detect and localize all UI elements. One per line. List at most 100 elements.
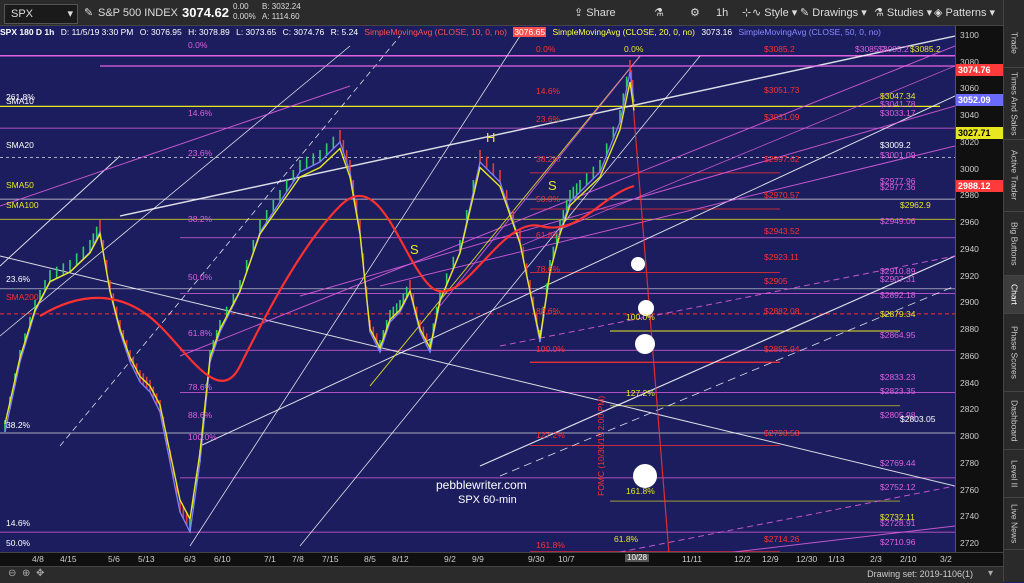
bar-high: H: 3078.89 bbox=[188, 27, 230, 37]
side-tab-big-buttons[interactable]: Big Buttons bbox=[1004, 212, 1024, 276]
chart-info-bar: SPX 180 D 1h D: 11/5/19 3:30 PM O: 3076.… bbox=[0, 27, 885, 38]
price-level-label: $2833.23 bbox=[880, 372, 916, 382]
pattern-label: S bbox=[410, 242, 419, 257]
time-axis[interactable]: 4/8 4/15 5/6 5/13 6/3 6/10 7/1 7/8 7/15 8/5 8/12 9/… bbox=[0, 552, 1003, 567]
chevron-down-icon[interactable]: ▾ bbox=[988, 568, 993, 579]
trend-line bbox=[0, 255, 955, 487]
x-tick-label: 7/15 bbox=[322, 554, 339, 564]
side-tab-chart[interactable]: Chart bbox=[1004, 276, 1024, 314]
price-level-label: $2864.95 bbox=[880, 330, 916, 340]
chevron-down-icon: ▾ bbox=[67, 8, 73, 20]
y-tick-label: 3060 bbox=[960, 83, 979, 94]
chevron-down-icon: ▾ bbox=[858, 7, 867, 19]
price-level-label: $2793.58 bbox=[764, 428, 800, 438]
bar-date: D: 11/5/19 3:30 PM bbox=[60, 27, 134, 37]
price-level-label: $3033.17 bbox=[880, 108, 916, 118]
add-symbol-button[interactable]: ✎ bbox=[84, 4, 93, 22]
last-price: 3074.62 bbox=[182, 5, 229, 20]
y-tick-label: 2760 bbox=[960, 484, 979, 495]
trend-line bbox=[0, 155, 121, 267]
studies-button[interactable]: ⚗ Studies ▾ bbox=[874, 4, 932, 22]
side-tab-phase-scores[interactable]: Phase Scores bbox=[1004, 314, 1024, 392]
timeframe-button[interactable]: 1h bbox=[716, 4, 728, 22]
y-tick-label: 3000 bbox=[960, 163, 979, 174]
bar-range: R: 5.24 bbox=[330, 27, 359, 37]
sma50-study[interactable]: SimpleMovingAvg (CLOSE, 50, 0, no) bbox=[738, 27, 881, 37]
marker-circle bbox=[633, 464, 657, 488]
x-tick-label: 12/9 bbox=[762, 554, 779, 564]
fib-label: 38.2% bbox=[6, 420, 31, 430]
sma-label: SMA50 bbox=[6, 180, 34, 190]
chart-title: SPX 180 D 1h bbox=[0, 27, 55, 37]
price-level-label: $2728.91 bbox=[880, 518, 916, 528]
side-tab-times-and-sales[interactable]: Times And Sales bbox=[1004, 68, 1024, 140]
style-button[interactable]: ∿ Style ▾ bbox=[752, 4, 797, 22]
price-chart[interactable]: 0.0% 14.6% 23.6% 38.2% 50.0% 61.8% 78.6% 88.6% 1… bbox=[0, 26, 955, 566]
price-level-label: $2892.18 bbox=[880, 290, 916, 300]
sma-label: SMA200 bbox=[6, 292, 39, 302]
patterns-button[interactable]: ◈ Patterns ▾ bbox=[934, 4, 995, 22]
fib-label: 127.2% bbox=[536, 430, 565, 440]
bar-low: L: 3073.65 bbox=[236, 27, 277, 37]
share-icon: ⇪ bbox=[574, 7, 587, 19]
x-tick-label: 8/5 bbox=[364, 554, 376, 564]
side-tab-level-ii[interactable]: Level II bbox=[1004, 450, 1024, 498]
drawings-button[interactable]: ✎ Drawings ▾ bbox=[800, 4, 867, 22]
crosshair-button[interactable]: ⊹ bbox=[742, 4, 751, 22]
sma20-study[interactable]: SimpleMovingAvg (CLOSE, 20, 0, no) bbox=[552, 27, 695, 37]
x-tick-label: 10/7 bbox=[558, 554, 575, 564]
gear-icon: ⚙ bbox=[690, 7, 700, 19]
drawing-set-label[interactable]: Drawing set: 2019-1106(1) bbox=[867, 569, 973, 579]
fib-label: 23.6% bbox=[6, 274, 31, 284]
side-tab-trade[interactable]: Trade bbox=[1004, 18, 1024, 68]
fib-label: 61.8% bbox=[536, 230, 561, 240]
trend-line bbox=[59, 35, 401, 447]
trend-line bbox=[0, 45, 351, 337]
fib-label: 127.2% bbox=[626, 388, 655, 398]
sma10-line bbox=[4, 71, 635, 535]
x-tick-label: 10/28 bbox=[625, 553, 650, 562]
fib-label: 100.0% bbox=[188, 432, 217, 442]
x-tick-label: 5/6 bbox=[108, 554, 120, 564]
symbol-input[interactable]: SPX ▾ bbox=[4, 4, 78, 24]
fib-label: 50.0% bbox=[188, 272, 213, 282]
symbol-value: SPX bbox=[11, 8, 34, 20]
x-tick-label: 6/10 bbox=[214, 554, 231, 564]
side-tab-live-news[interactable]: Live News bbox=[1004, 498, 1024, 550]
price-level-label: $2769.44 bbox=[880, 458, 916, 468]
zoom-out-icon[interactable]: ⊖ bbox=[8, 568, 16, 579]
side-tab-active-trader[interactable]: Active Trader bbox=[1004, 140, 1024, 212]
y-tick-label: 2920 bbox=[960, 270, 979, 281]
alert-button[interactable]: ⚗ bbox=[654, 4, 664, 22]
y-tick-label: 2960 bbox=[960, 217, 979, 228]
trend-line bbox=[179, 45, 955, 357]
share-button[interactable]: ⇪ Share bbox=[574, 4, 616, 22]
flask-icon: ⚗ bbox=[654, 7, 664, 19]
price-level-label: $2752.12 bbox=[880, 482, 916, 492]
sma20-value: 3073.16 bbox=[701, 27, 733, 37]
chevron-down-icon: ▾ bbox=[923, 7, 933, 19]
settings-button[interactable]: ⚙ bbox=[690, 4, 700, 22]
x-tick-label: 9/2 bbox=[444, 554, 456, 564]
sma10-study[interactable]: SimpleMovingAvg (CLOSE, 10, 0, no) bbox=[364, 27, 507, 37]
pattern-label: H bbox=[486, 130, 496, 145]
pan-icon[interactable]: ✥ bbox=[36, 568, 44, 579]
price-level-label: $2977.36 bbox=[880, 182, 916, 192]
price-level-label: $2962.9 bbox=[900, 200, 931, 210]
x-tick-label: 2/10 bbox=[900, 554, 917, 564]
price-level-label: $2923.11 bbox=[764, 252, 799, 262]
x-tick-label: 5/13 bbox=[138, 554, 155, 564]
trend-line bbox=[199, 95, 955, 447]
x-tick-label: 9/30 bbox=[528, 554, 545, 564]
price-axis[interactable]: 3100 3080 3060 3040 3020 3000 2980 2960 2940 2920… bbox=[955, 26, 1004, 566]
y-tick-label: 2820 bbox=[960, 404, 979, 415]
fomc-annotation: FOMC (10/30/19 2:00 PM) bbox=[596, 395, 606, 496]
fib-label: 0.0% bbox=[536, 44, 556, 54]
top-toolbar: SPX ▾ ✎ S&P 500 INDEX 3074.62 0.00 0.00%… bbox=[0, 0, 1024, 26]
fib-label: 100.0% bbox=[536, 344, 565, 354]
fib-label: 61.8% bbox=[614, 534, 639, 544]
zoom-in-icon[interactable]: ⊕ bbox=[22, 568, 30, 579]
y-tick-label: 3040 bbox=[960, 110, 979, 121]
side-tab-dashboard[interactable]: Dashboard bbox=[1004, 392, 1024, 450]
fib-label: 78.6% bbox=[188, 382, 213, 392]
